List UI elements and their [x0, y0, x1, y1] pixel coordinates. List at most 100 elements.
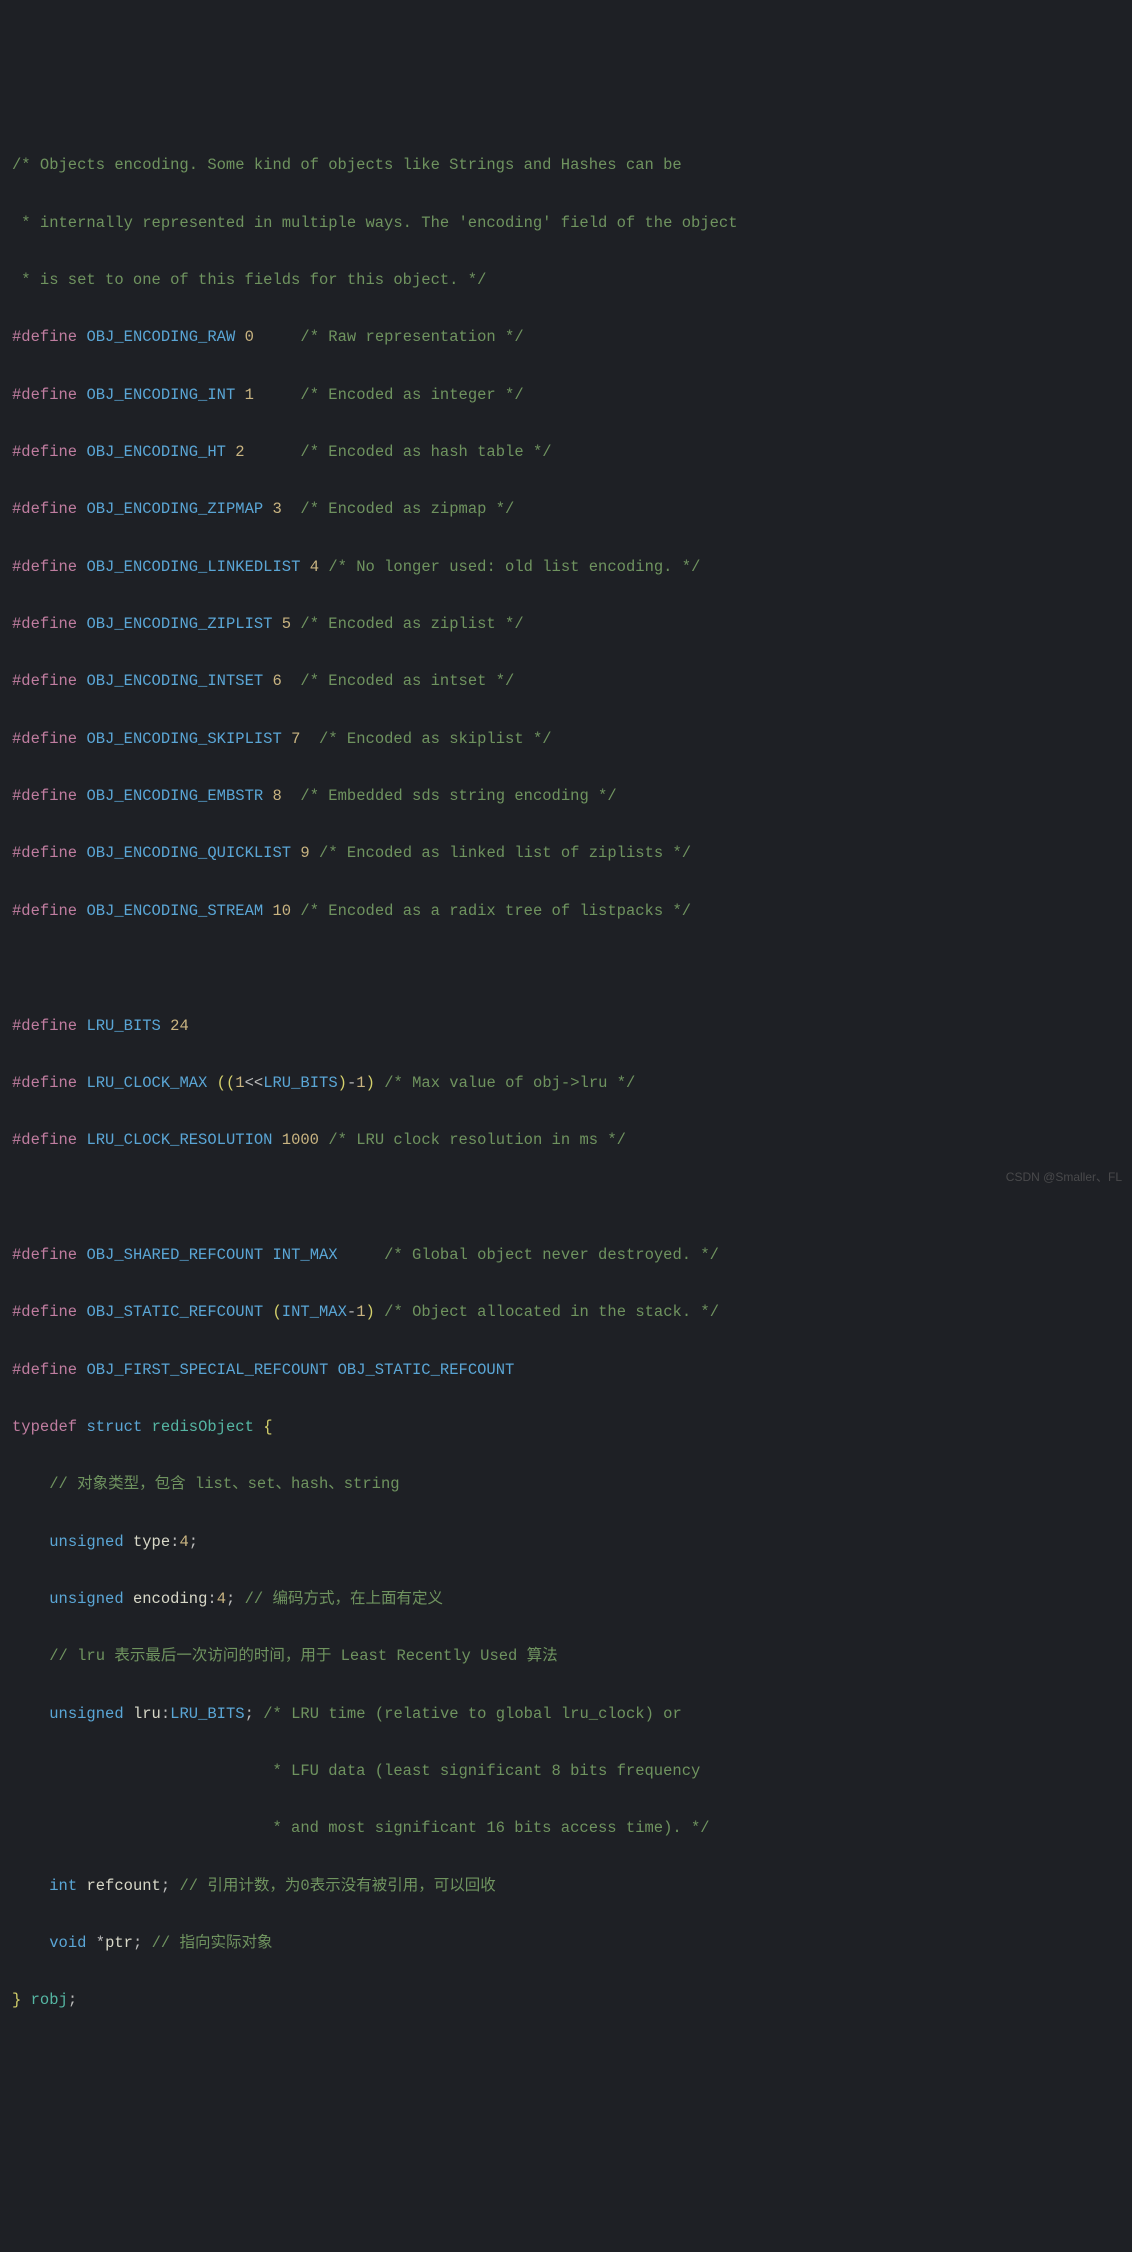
semicolon: ;	[189, 1533, 198, 1551]
unsigned-kw: unsigned	[49, 1533, 123, 1551]
comment: * and most significant 16 bits access ti…	[12, 1819, 710, 1837]
comment: /* Objects encoding. Some kind of object…	[12, 156, 682, 174]
number: 4	[310, 558, 319, 576]
comment: /* Encoded as a radix tree of listpacks …	[300, 902, 691, 920]
paren: (	[272, 1303, 281, 1321]
macro: OBJ_SHARED_REFCOUNT	[86, 1246, 263, 1264]
semicolon: ;	[245, 1705, 254, 1723]
field: ptr	[105, 1934, 133, 1952]
int-kw: int	[49, 1877, 77, 1895]
comment: /* Encoded as skiplist */	[319, 730, 552, 748]
comment: /* Global object never destroyed. */	[384, 1246, 719, 1264]
colon: :	[207, 1590, 216, 1608]
op: -	[347, 1074, 356, 1092]
macro: OBJ_ENCODING_ZIPMAP	[86, 500, 263, 518]
typedef-kw: typedef	[12, 1418, 77, 1436]
define-kw: #define	[12, 672, 77, 690]
define-kw: #define	[12, 1017, 77, 1035]
define-kw: #define	[12, 386, 77, 404]
define-kw: #define	[12, 844, 77, 862]
number: 9	[300, 844, 309, 862]
comment: /* LRU clock resolution in ms */	[328, 1131, 626, 1149]
macro: OBJ_ENCODING_HT	[86, 443, 226, 461]
semicolon: ;	[133, 1934, 142, 1952]
define-kw: #define	[12, 558, 77, 576]
macro: OBJ_FIRST_SPECIAL_REFCOUNT	[86, 1361, 328, 1379]
define-kw: #define	[12, 1074, 77, 1092]
struct-kw: struct	[86, 1418, 142, 1436]
number: 1	[356, 1074, 365, 1092]
number: 7	[291, 730, 300, 748]
macro: LRU_CLOCK_RESOLUTION	[86, 1131, 272, 1149]
number: 6	[272, 672, 281, 690]
macro: OBJ_ENCODING_STREAM	[86, 902, 263, 920]
macro: OBJ_ENCODING_LINKEDLIST	[86, 558, 300, 576]
semicolon: ;	[161, 1877, 170, 1895]
macro: OBJ_ENCODING_INTSET	[86, 672, 263, 690]
code-block: /* Objects encoding. Some kind of object…	[12, 123, 1120, 2044]
number: 0	[245, 328, 254, 346]
define-kw: #define	[12, 615, 77, 633]
number: 1000	[282, 1131, 319, 1149]
watermark: CSDN @Smaller、FL	[1006, 1166, 1122, 1188]
macro: LRU_CLOCK_MAX	[86, 1074, 207, 1092]
define-kw: #define	[12, 1303, 77, 1321]
colon: :	[170, 1533, 179, 1551]
comment: /* Encoded as ziplist */	[300, 615, 523, 633]
define-kw: #define	[12, 500, 77, 518]
comment: * LFU data (least significant 8 bits fre…	[12, 1762, 700, 1780]
define-kw: #define	[12, 1131, 77, 1149]
op: -	[347, 1303, 356, 1321]
brace: {	[263, 1418, 272, 1436]
macro: LRU_BITS	[170, 1705, 244, 1723]
define-kw: #define	[12, 443, 77, 461]
brace: }	[12, 1991, 21, 2009]
comment: /* Raw representation */	[300, 328, 523, 346]
macro: OBJ_ENCODING_ZIPLIST	[86, 615, 272, 633]
field: lru	[133, 1705, 161, 1723]
number: 1	[245, 386, 254, 404]
comment: /* Encoded as zipmap */	[300, 500, 514, 518]
comment: /* Encoded as integer */	[300, 386, 523, 404]
macro: OBJ_ENCODING_QUICKLIST	[86, 844, 291, 862]
comment: * is set to one of this fields for this …	[12, 271, 486, 289]
paren: )	[338, 1074, 347, 1092]
number: 1	[235, 1074, 244, 1092]
number: 10	[272, 902, 291, 920]
define-kw: #define	[12, 902, 77, 920]
field: type	[133, 1533, 170, 1551]
macro: OBJ_ENCODING_RAW	[86, 328, 235, 346]
define-kw: #define	[12, 730, 77, 748]
comment: // 引用计数，为0表示没有被引用，可以回收	[179, 1877, 495, 1895]
unsigned-kw: unsigned	[49, 1705, 123, 1723]
number: 5	[282, 615, 291, 633]
define-kw: #define	[12, 1361, 77, 1379]
comment: // 编码方式，在上面有定义	[245, 1590, 443, 1608]
define-kw: #define	[12, 1246, 77, 1264]
macro: OBJ_STATIC_REFCOUNT	[86, 1303, 263, 1321]
value: INT_MAX	[272, 1246, 337, 1264]
field: encoding	[133, 1590, 207, 1608]
paren: )	[366, 1303, 375, 1321]
macro: OBJ_ENCODING_SKIPLIST	[86, 730, 281, 748]
macro: OBJ_ENCODING_INT	[86, 386, 235, 404]
value: OBJ_STATIC_REFCOUNT	[338, 1361, 515, 1379]
colon: :	[161, 1705, 170, 1723]
paren: ((	[217, 1074, 236, 1092]
paren: )	[366, 1074, 375, 1092]
comment: // 指向实际对象	[152, 1934, 273, 1952]
macro: LRU_BITS	[86, 1017, 160, 1035]
void-kw: void	[49, 1934, 86, 1952]
value: INT_MAX	[282, 1303, 347, 1321]
define-kw: #define	[12, 787, 77, 805]
comment: /* Object allocated in the stack. */	[384, 1303, 719, 1321]
field: refcount	[86, 1877, 160, 1895]
number: 2	[235, 443, 244, 461]
comment: * internally represented in multiple way…	[12, 214, 738, 232]
comment: /* Encoded as intset */	[300, 672, 514, 690]
define-kw: #define	[12, 328, 77, 346]
comment: // lru 表示最后一次访问的时间，用于 Least Recently Use…	[49, 1647, 557, 1665]
comment: /* LRU time (relative to global lru_cloc…	[263, 1705, 682, 1723]
unsigned-kw: unsigned	[49, 1590, 123, 1608]
number: 4	[179, 1533, 188, 1551]
